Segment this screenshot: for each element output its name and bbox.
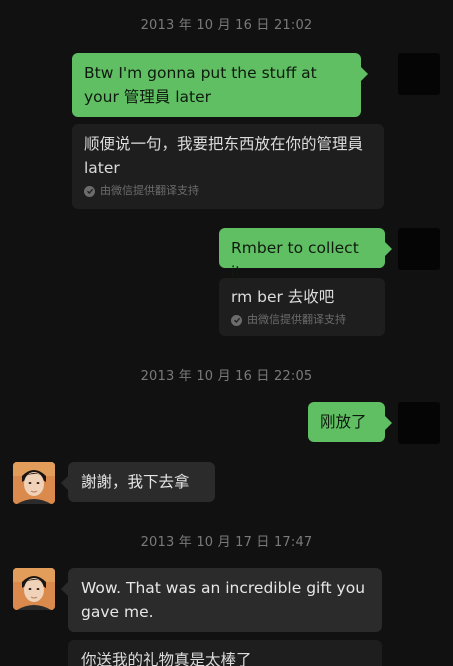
timestamp: 2013 年 10 月 16 日 21:02 [140, 18, 313, 33]
message-text: Wow. That was an incredible gift you gav… [81, 579, 366, 621]
translation-bubble[interactable]: 顺便说一句，我要把东西放在你的管理員 later 由微信提供翻译支持 [72, 124, 384, 209]
message-text: Rmber to collect it [231, 239, 359, 281]
translation-text: 顺便说一句，我要把东西放在你的管理員 later [84, 135, 364, 177]
translation-note: 由微信提供翻译支持 [100, 184, 199, 197]
outgoing-message-bubble[interactable]: 刚放了 [308, 402, 392, 442]
friend-avatar[interactable] [13, 462, 55, 504]
message-text: Btw I'm gonna put the stuff at your 管理員 … [84, 64, 317, 106]
self-avatar[interactable] [398, 402, 440, 444]
timestamp: 2013 年 10 月 16 日 22:05 [140, 369, 313, 384]
friend-avatar[interactable] [13, 568, 55, 610]
outgoing-message-bubble[interactable]: Rmber to collect it [219, 228, 392, 281]
translation-text: rm ber 去收吧 [231, 288, 335, 306]
message-text: 刚放了 [320, 413, 367, 431]
translation-bubble[interactable]: rm ber 去收吧 由微信提供翻译支持 [219, 278, 385, 336]
timestamp: 2013 年 10 月 17 日 17:47 [140, 535, 313, 550]
message-text: 謝謝，我下去拿 [81, 473, 190, 491]
translation-attribution: 由微信提供翻译支持 [84, 184, 372, 198]
translation-note: 由微信提供翻译支持 [247, 313, 346, 326]
outgoing-message-bubble[interactable]: Btw I'm gonna put the stuff at your 管理員 … [72, 53, 368, 117]
translation-text: 你送我的礼物真是太棒了 [81, 651, 252, 666]
incoming-message-bubble[interactable]: Wow. That was an incredible gift you gav… [61, 568, 382, 632]
translation-attribution: 由微信提供翻译支持 [231, 313, 373, 327]
self-avatar[interactable] [398, 228, 440, 270]
incoming-message-bubble[interactable]: 謝謝，我下去拿 [61, 462, 215, 502]
translation-bubble[interactable]: 你送我的礼物真是太棒了 [68, 640, 382, 666]
self-avatar[interactable] [398, 53, 440, 95]
check-circle-icon [84, 185, 95, 197]
check-circle-icon [231, 314, 242, 326]
